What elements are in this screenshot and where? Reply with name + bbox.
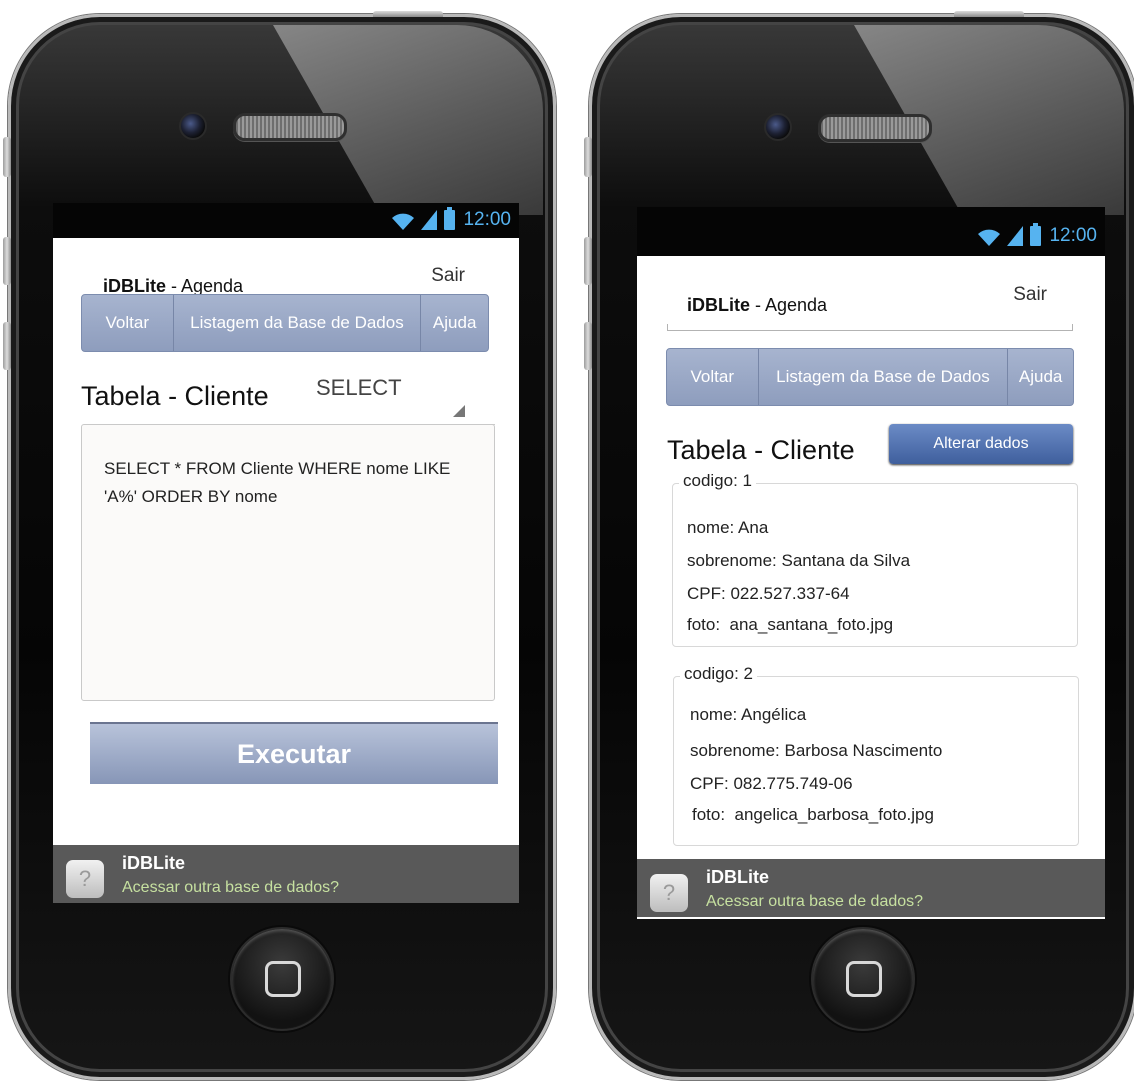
other-database-link[interactable]: Acessar outra base de dados?	[706, 893, 923, 911]
record-name: nome: Angélica	[690, 705, 807, 724]
status-time: 12:00	[1049, 225, 1097, 246]
section-title: Tabela - Cliente	[81, 381, 269, 411]
exit-link[interactable]: Sair	[431, 265, 465, 287]
notification-footer[interactable]: ? iDBLite Acessar outra base de dados?	[53, 845, 519, 903]
wifi-icon	[392, 213, 415, 230]
exit-link[interactable]: Sair	[1013, 284, 1047, 306]
record-photo: foto: ana_santana_foto.jpg	[687, 615, 894, 634]
record-card: codigo: 1 nome: Ana sobrenome: Santana d…	[672, 471, 1078, 647]
volume-up-button	[3, 237, 11, 285]
record-surname: sobrenome: Barbosa Nascimento	[690, 741, 943, 760]
power-button	[954, 11, 1024, 17]
alter-data-button[interactable]: Alterar dados	[889, 424, 1073, 464]
help-icon: ?	[650, 874, 688, 912]
mute-switch	[3, 137, 11, 177]
status-time: 12:00	[463, 209, 511, 230]
wifi-icon	[978, 229, 1001, 246]
query-type-select[interactable]: SELECT	[316, 375, 402, 401]
screen-results: 12:00 iDBLite - Agenda Sair Voltar Lista…	[637, 207, 1105, 919]
home-square-icon	[846, 961, 882, 997]
camera-icon	[179, 112, 207, 140]
record-surname: sobrenome: Santana da Silva	[687, 551, 911, 570]
list-database-button[interactable]: Listagem da Base de Dados	[759, 349, 1009, 405]
signal-icon	[421, 210, 438, 230]
help-button[interactable]: Ajuda	[1008, 349, 1073, 405]
back-button[interactable]: Voltar	[667, 349, 759, 405]
record-code: codigo: 1	[679, 471, 756, 491]
battery-icon	[444, 207, 456, 230]
chevron-down-icon	[453, 405, 465, 417]
nav-bar: Voltar Listagem da Base de Dados Ajuda	[666, 348, 1074, 406]
nav-bar: Voltar Listagem da Base de Dados Ajuda	[81, 294, 489, 352]
home-button[interactable]	[230, 927, 334, 1031]
speaker-grille	[233, 113, 347, 141]
record-cpf: CPF: 082.775.749-06	[690, 774, 853, 793]
volume-down-button	[3, 322, 11, 370]
help-button[interactable]: Ajuda	[421, 295, 488, 351]
screen-query: 12:00 iDBLite - Agenda Sair Voltar Lista…	[53, 203, 519, 903]
battery-icon	[1030, 223, 1042, 246]
volume-up-button	[584, 237, 592, 285]
status-bar: 12:00	[53, 203, 519, 238]
record-name: nome: Ana	[687, 518, 769, 537]
home-square-icon	[265, 961, 301, 997]
status-bar: 12:00	[637, 207, 1105, 256]
query-textarea[interactable]: SELECT * FROM Cliente WHERE nome LIKE 'A…	[81, 424, 495, 701]
footer-title: iDBLite	[122, 853, 185, 873]
help-icon: ?	[66, 860, 104, 898]
record-card: codigo: 2 nome: Angélica sobrenome: Barb…	[673, 664, 1079, 846]
execute-button[interactable]: Executar	[90, 722, 498, 784]
signal-icon	[1007, 226, 1024, 246]
app-header: iDBLite - Agenda Sair	[637, 256, 1105, 331]
phone-left: 12:00 iDBLite - Agenda Sair Voltar Lista…	[3, 11, 556, 1080]
app-title: iDBLite - Agenda	[687, 295, 828, 315]
record-code: codigo: 2	[680, 664, 757, 684]
other-database-link[interactable]: Acessar outra base de dados?	[122, 879, 339, 897]
mute-switch	[584, 137, 592, 177]
volume-down-button	[584, 322, 592, 370]
record-cpf: CPF: 022.527.337-64	[687, 584, 850, 603]
record-photo: foto: angelica_barbosa_foto.jpg	[692, 805, 934, 824]
footer-title: iDBLite	[706, 867, 769, 887]
notification-footer[interactable]: ? iDBLite Acessar outra base de dados?	[637, 859, 1105, 917]
section-title: Tabela - Cliente	[667, 435, 855, 465]
speaker-grille	[818, 114, 932, 142]
phone-right: 12:00 iDBLite - Agenda Sair Voltar Lista…	[584, 11, 1134, 1080]
list-database-button[interactable]: Listagem da Base de Dados	[174, 295, 422, 351]
back-button[interactable]: Voltar	[82, 295, 174, 351]
power-button	[373, 11, 443, 17]
home-button[interactable]	[811, 927, 915, 1031]
camera-icon	[764, 113, 792, 141]
